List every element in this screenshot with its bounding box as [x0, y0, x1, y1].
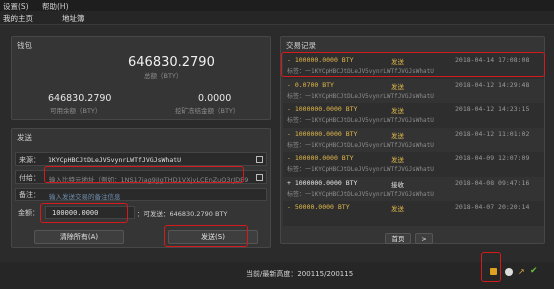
block-height: 当前/最新高度：200115/200115 — [246, 270, 354, 278]
transaction-amount: - 1000000.0000 BTY — [287, 105, 358, 113]
transaction-row[interactable]: - 1000000.0000 BTY 发送 2018-04-12 11:01:02 标… — [283, 127, 544, 152]
menu-bar: 设置(S) 帮助(H) — [0, 0, 554, 11]
transaction-row[interactable]: - 1000000.0000 BTY 发送 2018-04-12 14:23:15 标… — [283, 103, 544, 127]
network-icon — [505, 268, 513, 276]
history-title: 交易记录 — [286, 41, 316, 50]
note-row: 备注： 输入发送交易的备注信息 — [15, 188, 267, 201]
status-bar: 当前/最新高度：200115/200115 ↗ ✔ — [0, 262, 554, 289]
transaction-row[interactable]: + 1000000.0000 BTY 接收 2018-04-08 09:47:16 标… — [283, 176, 544, 201]
transaction-list: - 100000.0000 BTY 发送 2018-04-14 17:08:08 标签… — [283, 52, 544, 226]
transaction-type: 发送 — [391, 156, 404, 164]
transaction-date: 2018-04-12 14:23:15 — [455, 105, 530, 113]
transaction-label: 标签：一1KYCpHBCJtDLeJV5vynrLWTfJVGJsWhatU — [287, 92, 434, 100]
wallet-balance: 646830.2790 — [128, 55, 215, 70]
next-page-button[interactable]: > — [415, 233, 433, 244]
clear-all-button[interactable]: 清除所有(A) — [34, 230, 124, 244]
transaction-date: 2018-04-09 12:07:09 — [455, 154, 530, 162]
address-book-icon[interactable] — [256, 174, 263, 181]
wallet-balance-label: 总额（BTY） — [144, 72, 183, 80]
transaction-row[interactable]: - 100000.0000 BTY 发送 2018-04-09 12:07:09 标签… — [283, 152, 544, 176]
transaction-label: 标签：一1KYCpHBCJtDLeJV5vynrLWTfJVGJsWhatU — [287, 166, 434, 173]
wallet-frozen-label: 挖矿冻结金额（BTY） — [175, 107, 240, 115]
highlight-pay-address — [44, 166, 244, 183]
highlight-lock-icon — [481, 252, 501, 282]
tab-home[interactable]: 我的主页 — [3, 13, 33, 24]
highlight-send-button — [164, 225, 248, 247]
pay-label: 付给： — [19, 174, 40, 182]
check-icon: ✔ — [530, 266, 538, 276]
sendable-text: ：可发送：646830.2790 BTY — [137, 210, 228, 218]
transaction-type: 发送 — [391, 107, 404, 115]
address-book-icon[interactable] — [256, 156, 263, 163]
source-address: 1KYCpHBCJtDLeJV5vynrLWTfJVGJsWhatU — [48, 156, 182, 164]
transaction-row[interactable]: - 50000.0000 BTY 发送 2018-04-07 20:20:14 — [283, 201, 544, 225]
sync-icon: ↗ — [518, 267, 525, 276]
transaction-amount: - 100000.0000 BTY — [287, 154, 354, 162]
wallet-available: 646830.2790 — [48, 93, 112, 104]
transaction-amount: - 1000000.0000 BTY — [287, 129, 358, 138]
note-input[interactable]: 输入发送交易的备注信息 — [49, 191, 121, 201]
wallet-title: 钱包 — [17, 41, 32, 50]
wallet-panel: 钱包 646830.2790 总额（BTY） 646830.2790 可用余额（… — [11, 36, 271, 120]
transaction-date: 2018-04-07 20:20:14 — [455, 203, 530, 211]
note-label: 备注： — [19, 191, 40, 199]
wallet-frozen: 0.0000 — [198, 93, 232, 104]
transaction-type: 接收 — [391, 180, 404, 189]
highlight-first-transaction — [281, 52, 545, 77]
transaction-label: 标签：一1KYCpHBCJtDLeJV5vynrLWTfJVGJsWhatU — [287, 117, 434, 124]
tab-addressbook[interactable]: 地址簿 — [62, 13, 85, 24]
transaction-type: 发送 — [391, 131, 404, 140]
source-label: 来源： — [19, 156, 40, 164]
transaction-label: 标签：一1KYCpHBCJtDLeJV5vynrLWTfJVGJsWhatU — [287, 190, 434, 198]
transaction-amount: + 1000000.0000 BTY — [287, 178, 358, 187]
source-row: 来源： 1KYCpHBCJtDLeJV5vynrLWTfJVGJsWhatU — [15, 152, 267, 166]
transaction-amount: - 0.0700 BTY — [287, 80, 334, 89]
transaction-row[interactable]: - 0.0700 BTY 发送 2018-04-12 14:29:48 标签：一1KY… — [283, 78, 544, 103]
highlight-amount — [40, 203, 128, 223]
transaction-date: 2018-04-12 14:29:48 — [455, 80, 530, 89]
transaction-date: 2018-04-08 09:47:16 — [455, 178, 530, 187]
send-title: 发送 — [17, 133, 32, 142]
transaction-type: 发送 — [391, 82, 404, 91]
transaction-amount: - 50000.0000 BTY — [287, 203, 350, 211]
wallet-available-label: 可用余额（BTY） — [50, 107, 102, 115]
tab-bar: 我的主页 地址簿 — [0, 11, 554, 25]
first-page-button[interactable]: 首页 — [385, 233, 411, 244]
transaction-type: 发送 — [391, 205, 404, 213]
amount-label: 金额： — [18, 209, 39, 217]
transaction-date: 2018-04-12 11:01:02 — [455, 129, 530, 138]
transaction-label: 标签：一1KYCpHBCJtDLeJV5vynrLWTfJVGJsWhatU — [287, 141, 434, 149]
